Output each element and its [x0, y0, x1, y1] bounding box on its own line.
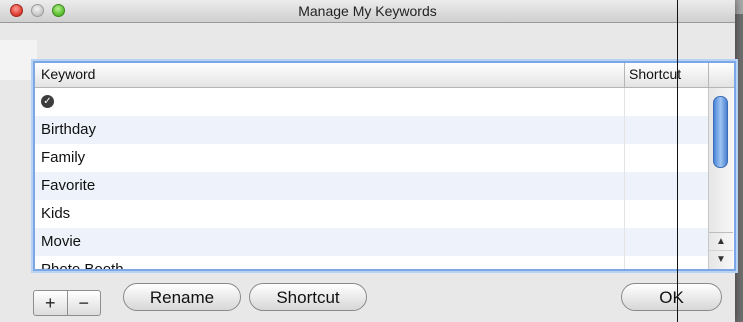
table-row[interactable]: Birthday — [35, 116, 710, 144]
keyword-cell: Movie — [41, 233, 82, 250]
column-divider — [708, 63, 709, 87]
table-row[interactable]: Favorite — [35, 172, 710, 200]
window-title: Manage My Keywords — [298, 3, 437, 19]
table-row[interactable]: Movie — [35, 228, 710, 256]
keyword-cell: Photo Booth — [41, 261, 124, 269]
table-body: ✓ Birthday Family Favorite Kids Movie Ph… — [35, 88, 710, 269]
title-bar[interactable]: Manage My Keywords — [0, 0, 735, 23]
column-divider[interactable] — [624, 63, 625, 87]
keywords-table[interactable]: Keyword Shortcut ✓ Birthday Family Favor… — [33, 61, 736, 271]
keyword-cell: Kids — [41, 205, 71, 222]
rename-button[interactable]: Rename — [123, 283, 241, 311]
table-row[interactable]: Photo Booth — [35, 256, 710, 269]
shortcut-button[interactable]: Shortcut — [249, 283, 367, 311]
checkmark-circle-icon: ✓ — [41, 95, 54, 108]
column-divider-line — [624, 88, 625, 269]
table-row[interactable]: ✓ — [35, 88, 710, 116]
table-row[interactable]: Family — [35, 144, 710, 172]
table-header: Keyword Shortcut — [35, 63, 734, 88]
scroll-down-arrow-icon[interactable]: ▼ — [709, 250, 733, 269]
add-remove-segmented-control: + − — [33, 290, 101, 316]
add-keyword-button[interactable]: + — [34, 291, 67, 315]
keyword-cell: Family — [41, 149, 86, 166]
keyword-cell: Birthday — [41, 121, 97, 138]
scroll-thumb[interactable] — [713, 96, 728, 168]
ok-button[interactable]: OK — [621, 283, 722, 311]
background-vertical-line — [677, 0, 678, 322]
manage-keywords-window: Manage My Keywords Keyword Shortcut ✓ Bi… — [0, 0, 736, 322]
remove-keyword-button[interactable]: − — [66, 291, 101, 315]
column-header-shortcut[interactable]: Shortcut — [629, 66, 681, 82]
scroll-up-arrow-icon[interactable]: ▲ — [709, 232, 733, 251]
column-header-keyword[interactable]: Keyword — [41, 66, 95, 82]
side-panel-fragment — [0, 40, 37, 80]
keyword-cell: Favorite — [41, 177, 96, 194]
vertical-scrollbar[interactable]: ▲ ▼ — [708, 88, 733, 269]
table-row[interactable]: Kids — [35, 200, 710, 228]
